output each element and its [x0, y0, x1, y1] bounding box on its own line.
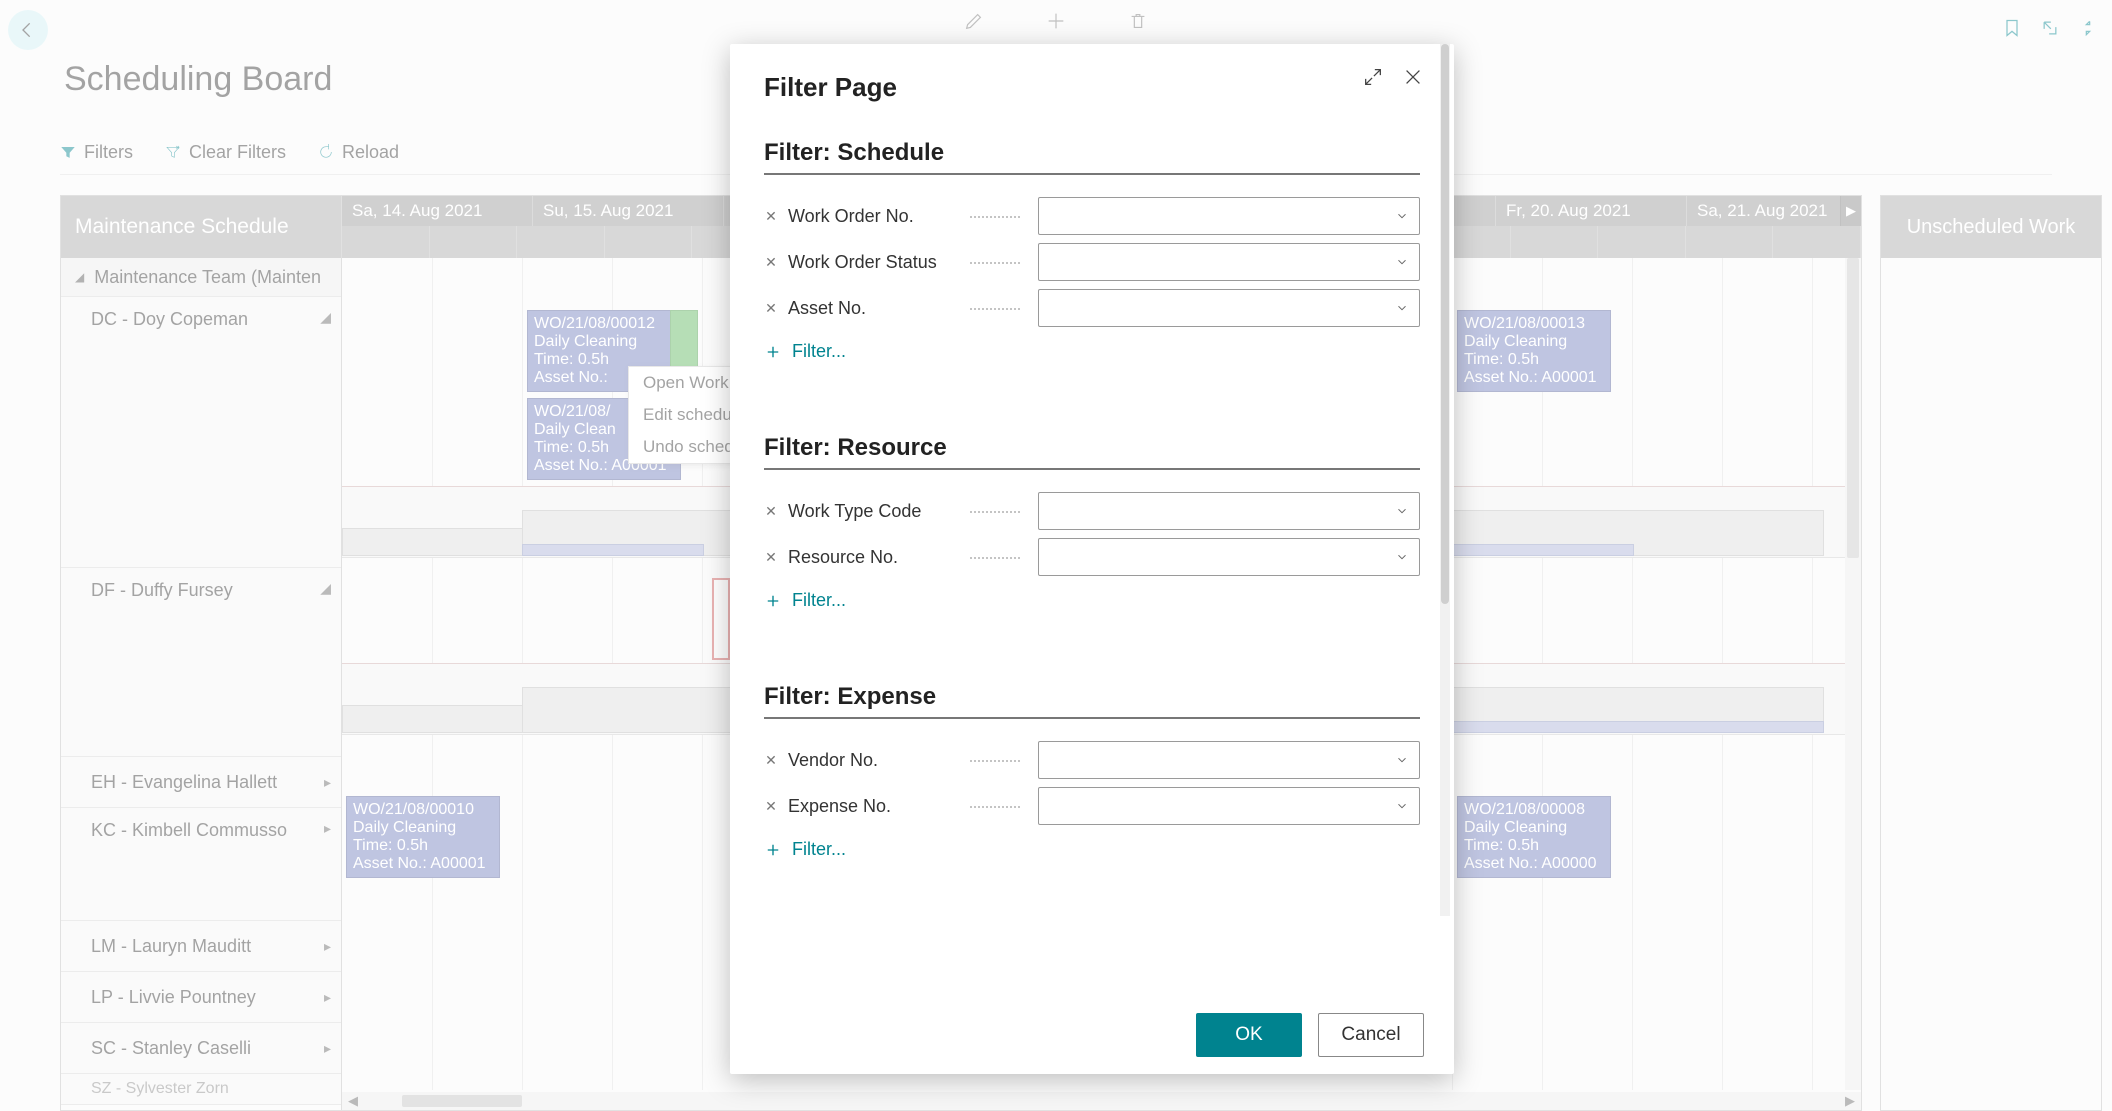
remove-filter-icon[interactable]: ✕ — [764, 503, 778, 520]
filter-row: ✕ Vendor No. — [764, 737, 1420, 783]
dots — [970, 805, 1020, 808]
remove-filter-icon[interactable]: ✕ — [764, 300, 778, 317]
remove-filter-icon[interactable]: ✕ — [764, 549, 778, 566]
ok-button[interactable]: OK — [1196, 1013, 1302, 1057]
dialog-scrollbar[interactable] — [1440, 44, 1450, 916]
dots — [970, 759, 1020, 762]
add-filter-button[interactable]: Filter... — [764, 341, 1420, 362]
add-filter-button[interactable]: Filter... — [764, 839, 1420, 860]
remove-filter-icon[interactable]: ✕ — [764, 254, 778, 271]
dots — [970, 556, 1020, 559]
filter-label: Work Order No. — [788, 206, 952, 227]
section-heading: Filter: Schedule — [764, 139, 1420, 175]
add-filter-button[interactable]: Filter... — [764, 590, 1420, 611]
filter-dropdown[interactable] — [1038, 243, 1420, 281]
filter-dropdown[interactable] — [1038, 787, 1420, 825]
filter-row: ✕ Work Type Code — [764, 488, 1420, 534]
add-filter-label: Filter... — [792, 839, 846, 860]
add-filter-label: Filter... — [792, 590, 846, 611]
close-icon[interactable] — [1402, 66, 1424, 93]
cancel-button[interactable]: Cancel — [1318, 1013, 1424, 1057]
dots — [970, 215, 1020, 218]
dots — [970, 307, 1020, 310]
filter-dropdown[interactable] — [1038, 492, 1420, 530]
expand-icon[interactable] — [1362, 66, 1384, 93]
filter-label: Expense No. — [788, 796, 952, 817]
remove-filter-icon[interactable]: ✕ — [764, 752, 778, 769]
filter-label: Resource No. — [788, 547, 952, 568]
dots — [970, 261, 1020, 264]
section-heading: Filter: Resource — [764, 434, 1420, 470]
filter-row: ✕ Expense No. — [764, 783, 1420, 829]
filter-row: ✕ Work Order Status — [764, 239, 1420, 285]
filter-section-schedule: Filter: Schedule ✕ Work Order No. ✕ Work… — [764, 139, 1420, 362]
filter-row: ✕ Asset No. — [764, 285, 1420, 331]
filter-label: Work Order Status — [788, 252, 952, 273]
filter-row: ✕ Work Order No. — [764, 193, 1420, 239]
filter-label: Asset No. — [788, 298, 952, 319]
filter-label: Vendor No. — [788, 750, 952, 771]
remove-filter-icon[interactable]: ✕ — [764, 208, 778, 225]
filter-dropdown[interactable] — [1038, 289, 1420, 327]
add-filter-label: Filter... — [792, 341, 846, 362]
section-heading: Filter: Expense — [764, 683, 1420, 719]
remove-filter-icon[interactable]: ✕ — [764, 798, 778, 815]
filter-section-expense: Filter: Expense ✕ Vendor No. ✕ Expense N… — [764, 683, 1420, 860]
dots — [970, 510, 1020, 513]
filter-label: Work Type Code — [788, 501, 952, 522]
filter-row: ✕ Resource No. — [764, 534, 1420, 580]
filter-dialog: Filter Page Filter: Schedule ✕ Work Orde… — [730, 44, 1454, 1074]
filter-dropdown[interactable] — [1038, 197, 1420, 235]
filter-section-resource: Filter: Resource ✕ Work Type Code ✕ Reso… — [764, 434, 1420, 611]
filter-dropdown[interactable] — [1038, 538, 1420, 576]
filter-dropdown[interactable] — [1038, 741, 1420, 779]
dialog-title: Filter Page — [764, 72, 1420, 103]
